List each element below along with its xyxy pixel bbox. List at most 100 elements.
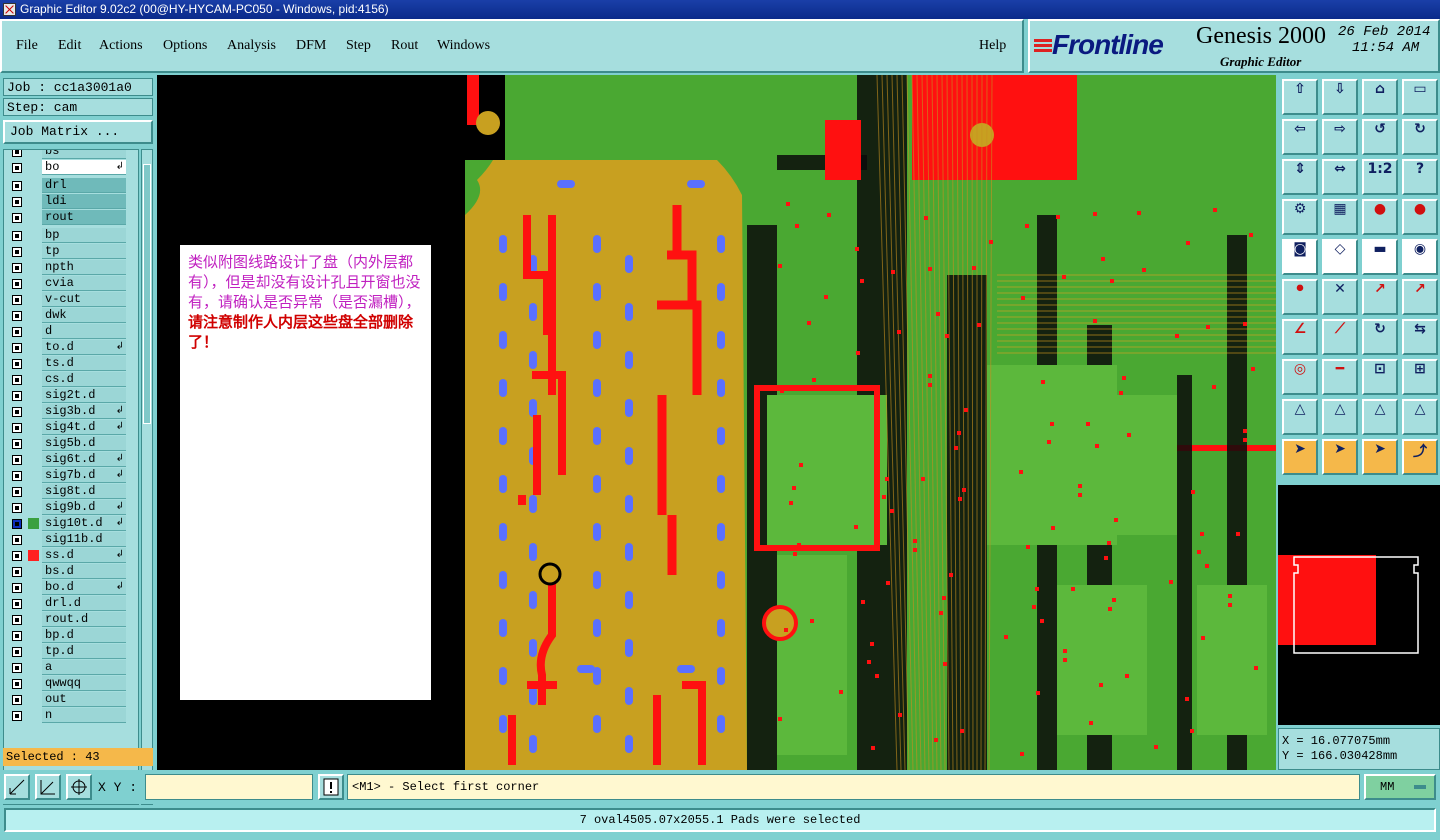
cross-tool[interactable]: ✕ [1322,279,1358,315]
select-pad-tool[interactable]: ◙ [1282,239,1318,275]
zoom-in-tool[interactable]: ⇔ [1322,159,1358,195]
angle-tool[interactable]: ∠ [1282,319,1318,355]
layer-checkbox[interactable] [12,423,22,433]
layer-row-out[interactable]: out [4,692,138,708]
net-tool[interactable]: ⚫ [1282,279,1318,315]
arc-tool[interactable]: ↻ [1362,319,1398,355]
overview-map[interactable] [1278,485,1440,725]
ratio-tool[interactable]: 1:2 [1362,159,1398,195]
layer-checkbox[interactable] [12,247,22,257]
layer-checkbox[interactable] [12,359,22,369]
layer-checkbox[interactable] [12,615,22,625]
layer-checkbox[interactable] [12,181,22,191]
move-up-tool[interactable]: ⇧ [1282,79,1318,115]
layer-checkbox[interactable] [12,231,22,241]
layer-checkbox[interactable] [12,343,22,353]
layer-checkbox[interactable] [12,487,22,497]
layer-row-bs.d[interactable]: bs.d [4,564,138,580]
connect-tool[interactable]: ↗ [1362,279,1398,315]
undo-move-tool[interactable]: ↺ [1362,119,1398,155]
layer-row-sig9b.d[interactable]: sig9b.d ↲ [4,500,138,516]
layer-checkbox[interactable] [12,471,22,481]
layer-checkbox[interactable] [12,535,22,545]
layer-row-bp[interactable]: bp [4,228,138,244]
layer-checkbox[interactable] [12,663,22,673]
layer-row-sig2t.d[interactable]: sig2t.d [4,388,138,404]
measure-button[interactable] [35,774,61,800]
layer-row-bp.d[interactable]: bp.d [4,628,138,644]
pad-select-tool[interactable]: ◎ [1282,359,1318,395]
flip-tool[interactable]: ⇆ [1402,319,1438,355]
menu-edit[interactable]: Edit [58,38,81,54]
pointer-box2-tool[interactable]: ➤ [1362,439,1398,475]
copy-tool[interactable]: ⊞ [1402,359,1438,395]
layer-checkbox[interactable] [12,583,22,593]
layer-row-bo.d[interactable]: bo.d ↲ [4,580,138,596]
layer-list-scrollbar[interactable] [141,149,153,805]
layer-checkbox[interactable] [12,599,22,609]
layer-row-tp.d[interactable]: tp.d [4,644,138,660]
layer-checkbox[interactable] [12,439,22,449]
menu-rout[interactable]: Rout [391,38,418,54]
snap-red-tool[interactable]: ● [1362,199,1398,235]
fit-window-tool[interactable]: ▭ [1402,79,1438,115]
layer-checkbox[interactable] [12,551,22,561]
layer-checkbox[interactable] [12,503,22,513]
layer-row-drl[interactable]: drl [4,178,138,194]
layer-row-rout.d[interactable]: rout.d [4,612,138,628]
layer-checkbox[interactable] [12,455,22,465]
help-tool[interactable]: ? [1402,159,1438,195]
draw-shape-tool[interactable]: ◇ [1322,239,1358,275]
alert-button[interactable] [318,774,344,800]
layer-row-sig5b.d[interactable]: sig5b.d [4,436,138,452]
layer-row-ldi[interactable]: ldi [4,194,138,210]
units-selector[interactable]: MM [1364,774,1436,800]
zoom-out-tool[interactable]: ⇕ [1282,159,1318,195]
triangle2-tool[interactable]: △ [1322,399,1358,435]
layer-row-drl.d[interactable]: drl.d [4,596,138,612]
menu-dfm[interactable]: DFM [296,38,326,54]
layer-row-a[interactable]: a [4,660,138,676]
layer-checkbox[interactable] [12,295,22,305]
layer-row-sig8t.d[interactable]: sig8t.d [4,484,138,500]
move-left-tool[interactable]: ⇦ [1282,119,1318,155]
snap-red2-tool[interactable]: ● [1402,199,1438,235]
connect2-tool[interactable]: ↗ [1402,279,1438,315]
layer-row-bo[interactable]: bo ↲ [4,160,138,176]
layer-checkbox[interactable] [12,391,22,401]
layer-checkbox[interactable] [12,311,22,321]
triangle4-tool[interactable]: △ [1402,399,1438,435]
menu-options[interactable]: Options [163,38,207,54]
layer-row-sig4t.d[interactable]: sig4t.d ↲ [4,420,138,436]
layer-list[interactable]: bs bo ↲ drl ldi rout bp tp npth cvia v-cut dwk d to.d… [3,149,139,805]
layer-row-cvia[interactable]: cvia [4,276,138,292]
layer-row-ts.d[interactable]: ts.d [4,356,138,372]
layer-checkbox[interactable] [12,567,22,577]
layer-checkbox[interactable] [12,279,22,289]
layer-row-sig7b.d[interactable]: sig7b.d ↲ [4,468,138,484]
layer-row-npth[interactable]: npth [4,260,138,276]
layer-checkbox[interactable] [12,263,22,273]
layer-checkbox[interactable] [12,695,22,705]
layer-checkbox[interactable] [12,197,22,207]
triangle3-tool[interactable]: △ [1362,399,1398,435]
job-matrix-button[interactable]: Job Matrix ... [3,120,153,144]
drill-hole-tool[interactable]: ◉ [1402,239,1438,275]
layer-checkbox[interactable] [12,213,22,223]
route-tool[interactable]: ⤴ [1402,439,1438,475]
layer-row-sig6t.d[interactable]: sig6t.d ↲ [4,452,138,468]
layer-row-rout[interactable]: rout [4,210,138,226]
move-right-tool[interactable]: ⇨ [1322,119,1358,155]
layer-checkbox[interactable] [12,679,22,689]
layer-row-d[interactable]: d [4,324,138,340]
layer-row-qwwqq[interactable]: qwwqq [4,676,138,692]
layer-row-v-cut[interactable]: v-cut [4,292,138,308]
move-down-tool[interactable]: ⇩ [1322,79,1358,115]
menu-step[interactable]: Step [346,38,371,54]
grid-tool[interactable]: ▦ [1322,199,1358,235]
layer-row-ss.d[interactable]: ss.d ↲ [4,548,138,564]
layer-row-to.d[interactable]: to.d ↲ [4,340,138,356]
layer-row-sig10t.d[interactable]: sig10t.d ↲ [4,516,138,532]
pointer-tool[interactable]: ➤ [1282,439,1318,475]
layer-checkbox[interactable] [12,647,22,657]
